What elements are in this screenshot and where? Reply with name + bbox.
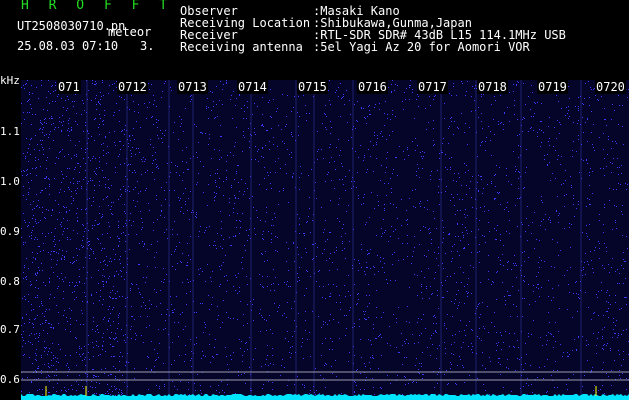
- mode-label: meteor: [108, 25, 152, 39]
- gain-value: 3.: [140, 39, 155, 53]
- unit-label: kHz: [0, 74, 20, 87]
- noise-speckles: [21, 80, 629, 400]
- antenna-label: Receiving antenna: [180, 40, 303, 54]
- x-tick-0717: 0717: [417, 80, 448, 94]
- spectrogram: [21, 80, 629, 400]
- y-tick-0-9: 0.9: [0, 225, 20, 238]
- x-tick-0720: 0720: [595, 80, 626, 94]
- x-tick-0719: 0719: [537, 80, 568, 94]
- date-time: 25.08.03 07:10: [17, 39, 119, 53]
- x-tick-0712: 0712: [117, 80, 148, 94]
- app-title: H R O F F T: [21, 0, 174, 13]
- x-tick-0718: 0718: [477, 80, 508, 94]
- y-tick-0-8: 0.8: [0, 275, 20, 288]
- y-tick-1-0: 1.0: [0, 175, 20, 188]
- baseline-trace: [21, 394, 629, 400]
- x-tick-0715: 0715: [297, 80, 328, 94]
- y-tick-1-1: 1.1: [0, 125, 20, 138]
- spectrogram-canvas: [21, 80, 629, 400]
- x-tick-0714: 0714: [237, 80, 268, 94]
- x-tick-0713: 0713: [177, 80, 208, 94]
- x-tick-0711: 071: [57, 80, 81, 94]
- y-tick-0-7: 0.7: [0, 323, 20, 336]
- antenna-value: :5el Yagi Az 20 for Aomori VOR: [313, 40, 530, 54]
- noise-layer: [21, 80, 629, 400]
- y-tick-0-6: 0.6: [0, 373, 20, 386]
- x-tick-0716: 0716: [357, 80, 388, 94]
